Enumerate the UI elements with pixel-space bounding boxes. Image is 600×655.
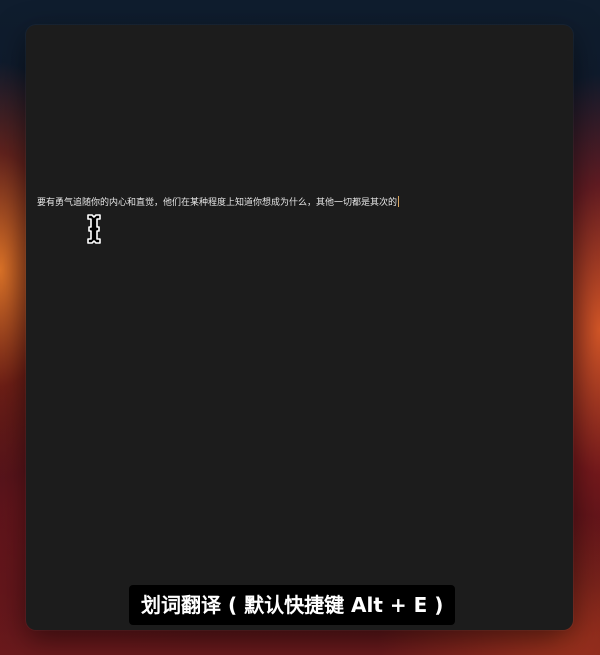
text-cursor-ibeam-icon (87, 214, 101, 244)
editor-text-content: 要有勇气追随你的内心和直觉，他们在某种程度上知道你想成为什么，其他一切都是其次的 (37, 198, 398, 208)
editor-text-area[interactable]: 要有勇气追随你的内心和直觉，他们在某种程度上知道你想成为什么，其他一切都是其次的 (37, 196, 400, 209)
shortcut-caption: 划词翻译 ( 默认快捷键 Alt + E ) (129, 585, 456, 625)
text-caret (398, 196, 400, 207)
desktop-wallpaper: 要有勇气追随你的内心和直觉，他们在某种程度上知道你想成为什么，其他一切都是其次的… (0, 0, 600, 655)
editor-window[interactable]: 要有勇气追随你的内心和直觉，他们在某种程度上知道你想成为什么，其他一切都是其次的 (26, 25, 573, 630)
